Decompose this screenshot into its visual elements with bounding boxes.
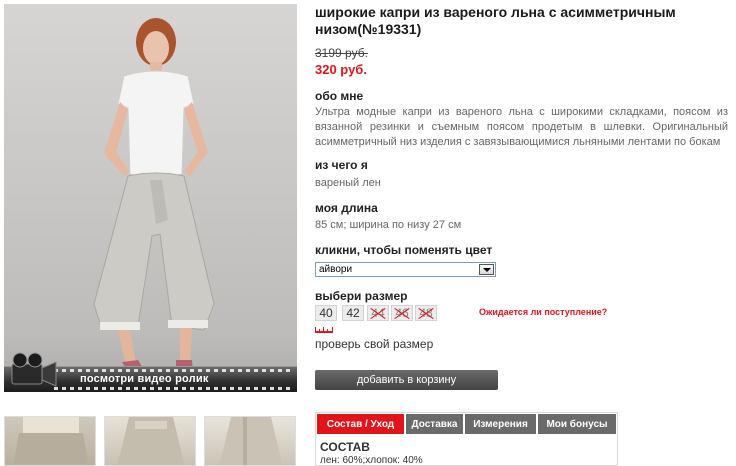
ruler-icon [315, 327, 333, 333]
thumbnail-image-1 [13, 417, 89, 465]
video-camera-icon[interactable] [6, 350, 62, 390]
about-heading: обо мне [315, 89, 364, 103]
old-price: 3199 руб. [315, 46, 368, 60]
material-text: вареный лен [315, 177, 381, 189]
size-option-48-unavailable: 48 [415, 305, 437, 321]
film-strip-bottom [54, 387, 293, 390]
thumbnail-image-3 [219, 417, 283, 465]
tab-bonuses[interactable]: Мои бонусы [537, 413, 617, 435]
tab-composition-care[interactable]: Состав / Уход [316, 413, 405, 435]
details-tabs: Состав / Уход Доставка Измерения Мои бон… [315, 412, 618, 466]
product-thumbnail-1[interactable] [4, 416, 96, 466]
tab-delivery[interactable]: Доставка [405, 413, 464, 435]
new-price: 320 руб. [315, 62, 367, 77]
color-select[interactable]: айвори [315, 262, 496, 277]
color-heading: кликни, чтобы поменять цвет [315, 243, 493, 257]
tab-content-title: СОСТАВ [320, 440, 370, 454]
tab-content-text: лен: 60%;хлопок: 40% [320, 455, 423, 466]
product-thumbnail-2[interactable] [104, 416, 196, 466]
size-option-42[interactable]: 42 [342, 305, 364, 321]
model-figure [93, 18, 215, 382]
size-heading: выбери размер [315, 289, 408, 303]
chevron-down-icon[interactable] [479, 264, 494, 275]
material-heading: из чего я [315, 158, 368, 172]
size-option-40[interactable]: 40 [315, 305, 337, 321]
awaiting-stock-link[interactable]: Ожидается ли поступление? [479, 307, 607, 317]
product-thumbnail-3[interactable] [204, 416, 296, 466]
length-heading: моя длина [315, 201, 378, 215]
main-product-photo[interactable]: посмотри видео ролик [4, 4, 297, 392]
length-text: 85 см; ширина по низу 27 см [315, 219, 462, 231]
video-banner-label[interactable]: посмотри видео ролик [80, 373, 209, 385]
color-select-value: айвори [319, 264, 353, 275]
tab-measurements[interactable]: Измерения [464, 413, 537, 435]
about-text: Ультра модные капри из вареного льна с ш… [315, 106, 728, 148]
add-to-cart-button[interactable]: добавить в корзину [315, 370, 498, 390]
size-option-46-unavailable: 46 [391, 305, 413, 321]
tab-row: Состав / Уход Доставка Измерения Мои бон… [316, 413, 617, 435]
product-title: широкие капри из вареного льна с асиммет… [315, 4, 676, 37]
check-size-link[interactable]: проверь свой размер [315, 337, 433, 351]
thumbnail-image-2 [117, 417, 185, 465]
size-option-44-unavailable: 44 [367, 305, 389, 321]
film-strip-top [54, 369, 293, 372]
